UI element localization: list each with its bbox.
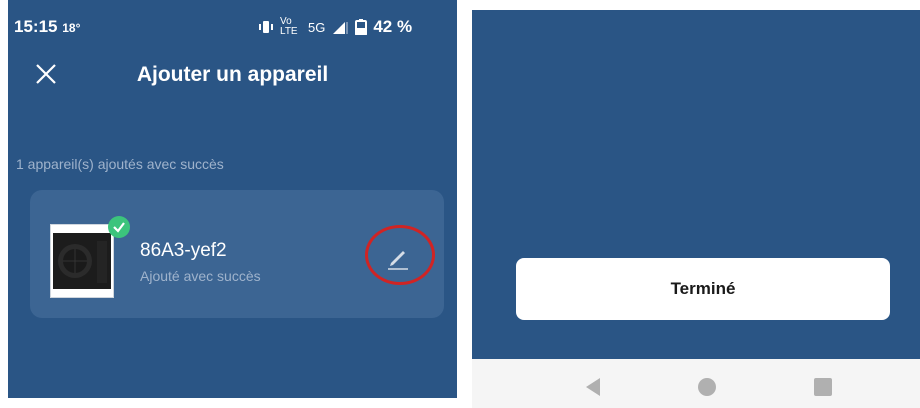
status-temperature: 18° — [62, 21, 81, 35]
battery-level: 42 % — [373, 17, 413, 36]
page-title: Ajouter un appareil — [136, 63, 329, 86]
done-button[interactable]: Terminé — [516, 258, 890, 320]
home-icon[interactable] — [698, 378, 716, 396]
check-icon — [108, 216, 130, 238]
vibrate-icon — [259, 21, 273, 33]
done-screen: Terminé — [472, 0, 920, 408]
device-status: Ajouté avec succès — [140, 268, 261, 284]
edit-button[interactable] — [385, 245, 411, 271]
recent-apps-icon[interactable] — [814, 378, 832, 396]
heat-pump-image — [50, 224, 114, 298]
success-message: 1 appareil(s) ajoutés avec succès — [16, 156, 224, 172]
add-device-screen: 15:15 18° Vo LTE 5G 42 % Ajouter un appa… — [8, 0, 457, 398]
pencil-icon — [388, 251, 408, 270]
volte-icon: Vo LTE — [280, 16, 298, 37]
status-time: 15:15 18° — [14, 17, 80, 37]
done-background: Terminé — [472, 10, 920, 359]
system-nav-bar — [472, 359, 920, 408]
device-name: 86A3-yef2 — [140, 240, 227, 261]
status-icons: Vo LTE 5G 42 % — [258, 17, 454, 37]
network-label: 5G — [308, 19, 326, 35]
signal-icon — [333, 22, 349, 34]
battery-icon — [355, 19, 368, 35]
back-icon[interactable] — [586, 378, 600, 396]
status-clock: 15:15 — [14, 17, 58, 36]
device-card[interactable]: 86A3-yef2 Ajouté avec succès — [30, 190, 444, 318]
